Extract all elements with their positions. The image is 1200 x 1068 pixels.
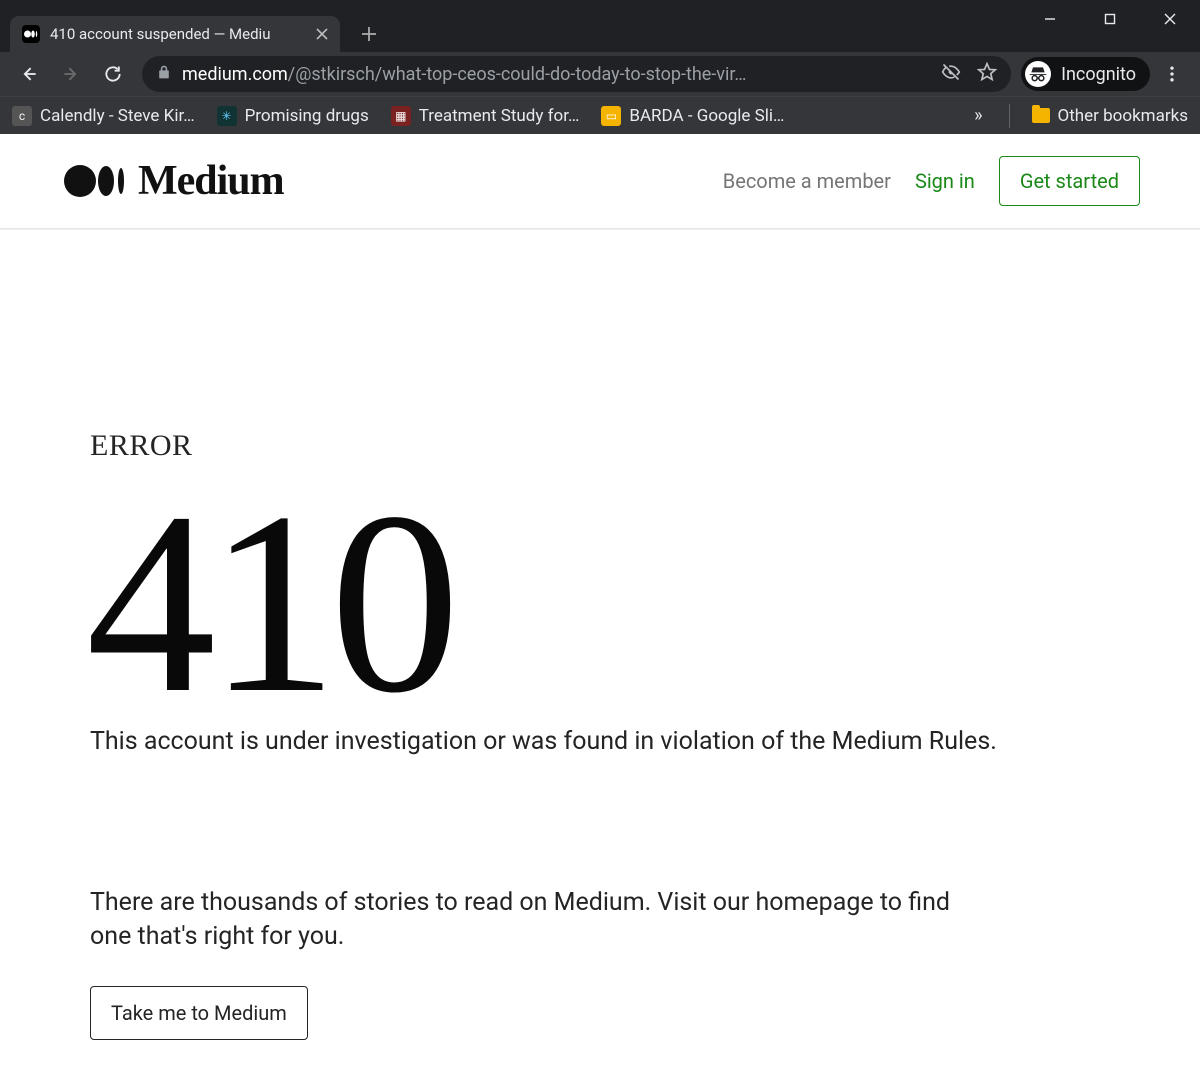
error-label: ERROR	[90, 429, 1110, 463]
bookmark-label: BARDA - Google Sli…	[629, 106, 784, 126]
bookmark-label: Promising drugs	[245, 106, 369, 126]
error-code: 410	[86, 473, 1110, 733]
browser-tab[interactable]: 410 account suspended — Mediu	[10, 16, 340, 52]
forward-button[interactable]	[52, 55, 90, 93]
error-message: This account is under investigation or w…	[90, 727, 1110, 756]
eye-off-icon[interactable]	[941, 62, 961, 87]
tab-bar: 410 account suspended — Mediu	[0, 0, 1200, 52]
browser-toolbar: medium.com/@stkirsch/what-top-ceos-could…	[0, 52, 1200, 96]
bookmark-promising-drugs[interactable]: ✳ Promising drugs	[217, 106, 369, 126]
medium-wordmark: Medium	[138, 157, 284, 205]
incognito-badge[interactable]: Incognito	[1021, 57, 1150, 91]
error-content: ERROR 410 This account is under investig…	[0, 429, 1200, 1040]
bookmarks-divider	[1009, 104, 1010, 128]
folder-icon	[1032, 108, 1050, 123]
take-me-to-medium-button[interactable]: Take me to Medium	[90, 986, 308, 1040]
tab-close-button[interactable]	[314, 26, 330, 42]
window-close-button[interactable]	[1140, 0, 1200, 38]
bookmark-icon: ▦	[391, 106, 411, 126]
bookmark-icon: ✳	[217, 106, 237, 126]
browser-menu-button[interactable]	[1154, 64, 1190, 84]
medium-logo-icon	[64, 161, 134, 201]
get-started-button[interactable]: Get started	[999, 156, 1140, 206]
bookmark-icon: c	[12, 106, 32, 126]
site-navbar: Medium Become a member Sign in Get start…	[0, 134, 1200, 229]
back-button[interactable]	[10, 55, 48, 93]
window-controls	[1020, 0, 1200, 38]
other-bookmarks-button[interactable]: Other bookmarks	[1032, 106, 1188, 126]
page-content: Medium Become a member Sign in Get start…	[0, 134, 1200, 1040]
become-member-link[interactable]: Become a member	[723, 169, 891, 193]
tab-title: 410 account suspended — Mediu	[50, 25, 304, 43]
bookmark-icon: ▭	[601, 106, 621, 126]
bookmarks-bar: c Calendly - Steve Kir… ✳ Promising drug…	[0, 96, 1200, 134]
bookmark-label: Treatment Study for…	[419, 106, 580, 126]
browser-chrome: 410 account suspended — Mediu medium.com…	[0, 0, 1200, 134]
incognito-icon	[1025, 61, 1051, 87]
url-path: /@stkirsch/what-top-ceos-could-do-today-…	[288, 64, 747, 85]
bookmark-calendly[interactable]: c Calendly - Steve Kir…	[12, 106, 195, 126]
window-maximize-button[interactable]	[1080, 0, 1140, 38]
other-bookmarks-label: Other bookmarks	[1058, 106, 1188, 126]
star-icon[interactable]	[977, 62, 997, 87]
url-domain: medium.com	[182, 64, 288, 85]
lock-icon	[156, 64, 172, 85]
signin-link[interactable]: Sign in	[915, 169, 975, 193]
bookmark-treatment-study[interactable]: ▦ Treatment Study for…	[391, 106, 580, 126]
window-minimize-button[interactable]	[1020, 0, 1080, 38]
bookmarks-overflow-button[interactable]: »	[970, 105, 986, 126]
address-bar[interactable]: medium.com/@stkirsch/what-top-ceos-could…	[142, 56, 1011, 92]
new-tab-button[interactable]	[354, 19, 384, 49]
incognito-label: Incognito	[1061, 64, 1136, 85]
bookmark-label: Calendly - Steve Kir…	[40, 106, 195, 126]
omnibox-actions	[941, 62, 997, 87]
omnibox-url: medium.com/@stkirsch/what-top-ceos-could…	[182, 64, 931, 85]
bookmark-barda[interactable]: ▭ BARDA - Google Sli…	[601, 106, 784, 126]
error-subtext: There are thousands of stories to read o…	[90, 886, 970, 954]
navbar-right: Become a member Sign in Get started	[723, 156, 1140, 206]
medium-favicon-icon	[22, 25, 40, 43]
medium-logo[interactable]: Medium	[64, 157, 284, 205]
reload-button[interactable]	[94, 55, 132, 93]
